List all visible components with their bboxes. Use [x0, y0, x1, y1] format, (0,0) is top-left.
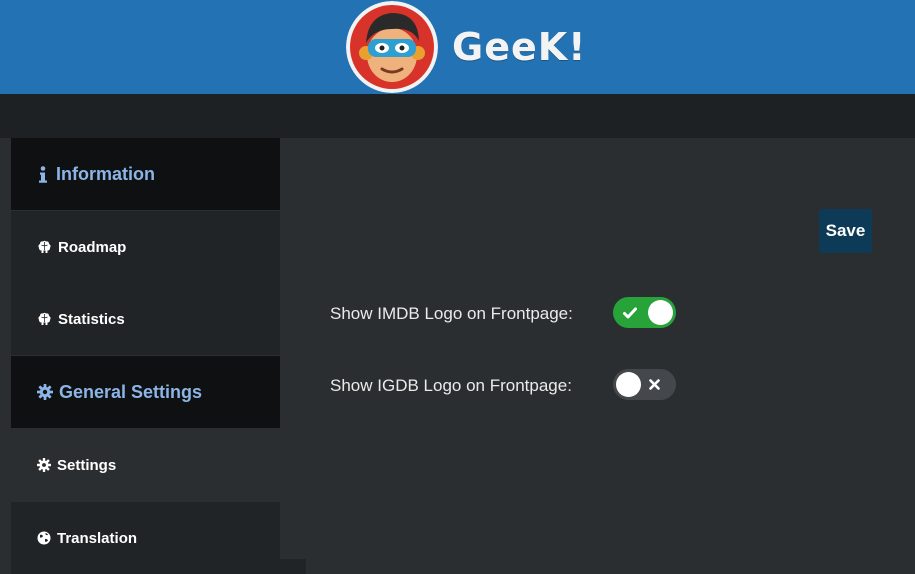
- gear-icon: [37, 384, 53, 400]
- sidebar-item-statistics[interactable]: Statistics: [11, 283, 306, 355]
- setting-label-imdb-logo: Show IMDB Logo on Frontpage:: [330, 304, 573, 323]
- toggle-knob: [648, 300, 673, 325]
- toggle-knob: [616, 372, 641, 397]
- sidebar-item-label: Statistics: [58, 310, 125, 328]
- brand-name: GeeK!: [452, 25, 587, 69]
- imdb-logo-toggle[interactable]: [613, 297, 676, 328]
- sidebar-item-label: General Settings: [59, 381, 203, 402]
- settings-panel: [280, 138, 915, 559]
- info-icon: [39, 165, 47, 183]
- sidebar-item-label: Settings: [57, 456, 117, 474]
- globe-icon: [37, 531, 51, 545]
- check-icon: [623, 297, 637, 328]
- top-header: GeeK!: [0, 0, 915, 94]
- superhero-mascot-logo-icon: [346, 1, 438, 93]
- sidebar: Information Roadmap Statistics General S…: [11, 138, 308, 574]
- sidebar-item-settings[interactable]: Settings: [11, 429, 306, 501]
- igdb-logo-toggle[interactable]: [613, 369, 676, 400]
- sidebar-item-translation[interactable]: Translation: [11, 502, 306, 574]
- sidebar-item-label: Information: [56, 163, 155, 184]
- setting-label-igdb-logo: Show IGDB Logo on Frontpage:: [330, 376, 572, 395]
- sidebar-item-label: Roadmap: [58, 238, 127, 256]
- gear-icon: [37, 458, 51, 472]
- sidebar-section-general-settings[interactable]: General Settings: [11, 356, 306, 428]
- close-icon: [649, 369, 660, 400]
- sidebar-item-label: Translation: [57, 529, 138, 547]
- left-edge-strip: [0, 138, 4, 559]
- brand[interactable]: GeeK!: [346, 0, 587, 94]
- save-button[interactable]: Save: [819, 209, 872, 253]
- sub-header-band: [0, 94, 915, 138]
- sidebar-section-information[interactable]: Information: [11, 138, 308, 210]
- sidebar-item-roadmap[interactable]: Roadmap: [11, 211, 306, 283]
- brain-icon: [37, 312, 52, 326]
- brain-icon: [37, 240, 52, 254]
